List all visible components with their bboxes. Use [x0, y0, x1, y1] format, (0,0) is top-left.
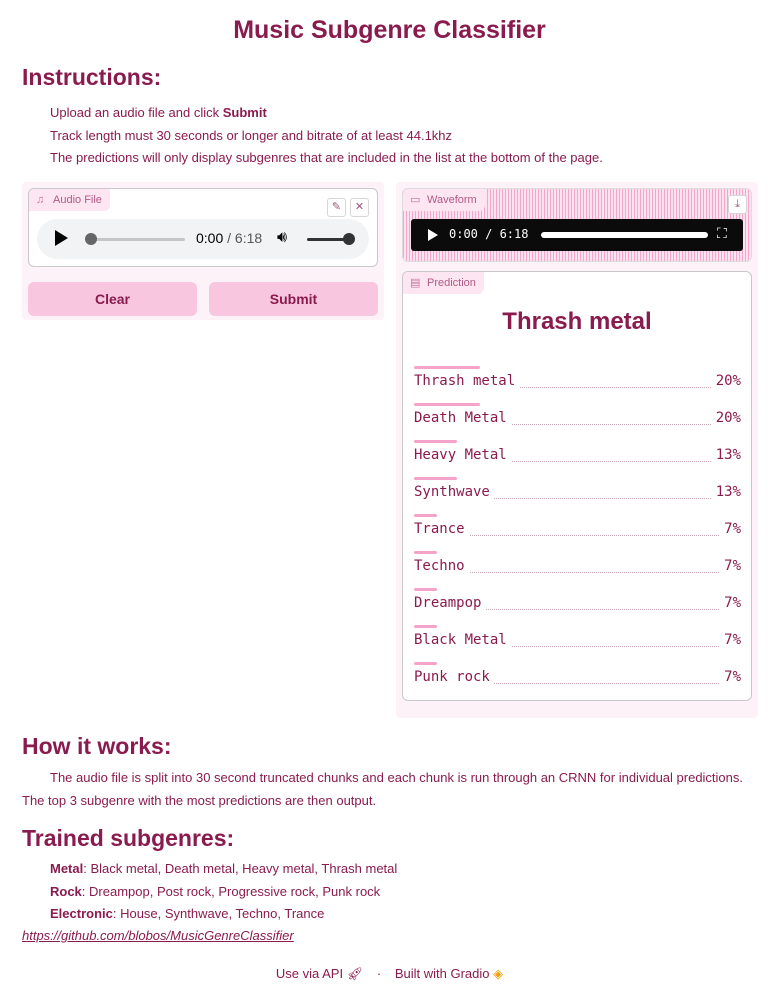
prediction-row: Black Metal 7% [414, 621, 741, 658]
audio-file-input[interactable]: ♫ Audio File ✎ ✕ 0:00 / 6:18 🔊︎ [28, 188, 378, 267]
metal-subgenres: Metal: Black metal, Death metal, Heavy m… [22, 858, 397, 880]
prediction-row-label: Dreampop [414, 595, 486, 611]
volume-handle[interactable] [343, 233, 355, 245]
waveform-output: ▭ Waveform ⤓ 0:00 / 6:18 ⛶ [402, 188, 752, 262]
instruction-line-3: The predictions will only display subgen… [50, 150, 603, 165]
use-via-api-link[interactable]: Use via API [276, 966, 343, 981]
instructions-heading: Instructions: [22, 64, 162, 90]
close-icon[interactable]: ✕ [350, 198, 369, 217]
waveform-label-text: Waveform [427, 194, 477, 206]
metal-list: : Black metal, Death metal, Heavy metal,… [83, 861, 398, 876]
prediction-row-label: Synthwave [414, 484, 494, 500]
audio-seek-bar[interactable] [89, 238, 185, 241]
prediction-row-label: Death Metal [414, 410, 511, 426]
prediction-label: ▤ Prediction [403, 272, 484, 294]
electronic-name: Electronic [50, 906, 113, 921]
prediction-row-percent: 7% [720, 595, 741, 611]
prediction-row: Heavy Metal 13% [414, 436, 741, 473]
instruction-line-1: Upload an audio file and click Submit [22, 102, 267, 124]
confidence-bar [414, 403, 480, 406]
audio-seek-handle[interactable] [85, 233, 97, 245]
how-it-works-heading: How it works: [22, 733, 172, 759]
instruction-submit-bold: Submit [222, 105, 267, 120]
prediction-row: Trance 7% [414, 510, 741, 547]
prediction-row: Synthwave 13% [414, 473, 741, 510]
prediction-row-label: Heavy Metal [414, 447, 511, 463]
instruction-line-1-text: Upload an audio file and click [50, 105, 223, 120]
confidence-bar [414, 440, 457, 443]
prediction-row-percent: 7% [720, 632, 741, 648]
prediction-row-percent: 20% [711, 410, 741, 426]
chart-icon: ▤ [410, 277, 421, 289]
rock-list: : Dreampop, Post rock, Progressive rock,… [81, 884, 381, 899]
prediction-row-percent: 13% [711, 447, 741, 463]
submit-button[interactable]: Submit [209, 282, 378, 316]
confidence-bar [414, 662, 437, 665]
prediction-row-label: Trance [414, 521, 469, 537]
electronic-list: : House, Synthwave, Techno, Trance [112, 906, 325, 921]
prediction-row-percent: 7% [720, 669, 741, 685]
prediction-output: ▤ Prediction Thrash metal Thrash metal 20… [402, 271, 752, 701]
prediction-row-label: Black Metal [414, 632, 511, 648]
top-prediction: Thrash metal [502, 308, 652, 335]
instruction-line-2: Track length must 30 seconds or longer a… [50, 128, 453, 143]
music-note-icon: ♫ [36, 194, 45, 206]
input-panel: ♫ Audio File ✎ ✕ 0:00 / 6:18 🔊︎ Clear Su… [22, 182, 384, 320]
github-link[interactable]: https://github.com/blobos/MusicGenreClas… [22, 928, 294, 943]
audio-player: 0:00 / 6:18 🔊︎ [37, 219, 369, 259]
confidence-bar [414, 588, 437, 591]
footer: Use via API 🚀︎ · Built with Gradio ◈ [0, 966, 779, 982]
confidence-bar [414, 366, 480, 369]
video-icon: ▭ [410, 194, 421, 206]
prediction-label-text: Prediction [427, 277, 476, 289]
output-panel: ▭ Waveform ⤓ 0:00 / 6:18 ⛶ ▤ Prediction … [396, 182, 758, 718]
prediction-row-percent: 13% [711, 484, 741, 500]
clear-button[interactable]: Clear [28, 282, 197, 316]
confidence-bar [414, 514, 437, 517]
prediction-row: Techno 7% [414, 547, 741, 584]
confidence-bar [414, 551, 437, 554]
play-icon[interactable] [55, 230, 68, 246]
gradio-logo-icon: ◈ [493, 966, 504, 981]
audio-time: 0:00 / 6:18 [196, 230, 262, 246]
audio-file-label-text: Audio File [53, 194, 102, 206]
confidence-bar [414, 477, 457, 480]
video-seek-bar[interactable] [541, 232, 708, 238]
electronic-subgenres: Electronic: House, Synthwave, Techno, Tr… [22, 903, 324, 925]
rock-subgenres: Rock: Dreampop, Post rock, Progressive r… [22, 881, 380, 903]
prediction-row: Death Metal 20% [414, 399, 741, 436]
how-it-works-text: The audio file is split into 30 second t… [22, 770, 744, 808]
prediction-list: Thrash metal 20% Death Metal 20% Heavy Metal… [414, 362, 741, 695]
volume-icon[interactable]: 🔊︎ [277, 229, 287, 247]
footer-separator: · [376, 966, 382, 981]
built-with-gradio-link[interactable]: Built with Gradio [395, 966, 490, 981]
waveform-label: ▭ Waveform [403, 189, 485, 211]
fullscreen-icon[interactable]: ⛶ [717, 225, 727, 242]
app-title: Music Subgenre Classifier [233, 16, 546, 44]
prediction-row-label: Thrash metal [414, 373, 520, 389]
prediction-row-percent: 20% [711, 373, 741, 389]
audio-file-label: ♫ Audio File [29, 189, 110, 211]
audio-current-time: 0:00 [196, 230, 224, 246]
rock-name: Rock [50, 884, 82, 899]
rocket-icon: 🚀︎ [346, 966, 364, 981]
prediction-row-label: Techno [414, 558, 469, 574]
prediction-row: Punk rock 7% [414, 658, 741, 695]
download-icon[interactable]: ⤓ [728, 195, 747, 214]
trained-subgenres-heading: Trained subgenres: [22, 825, 235, 851]
video-play-icon[interactable] [428, 229, 438, 241]
audio-duration: 6:18 [234, 230, 263, 246]
prediction-row-percent: 7% [720, 558, 741, 574]
edit-icon[interactable]: ✎ [327, 198, 346, 217]
confidence-bar [414, 625, 437, 628]
audio-time-separator: / [227, 230, 232, 246]
prediction-row: Thrash metal 20% [414, 362, 741, 399]
metal-name: Metal [50, 861, 84, 876]
prediction-row: Dreampop 7% [414, 584, 741, 621]
prediction-row-label: Punk rock [414, 669, 494, 685]
video-time: 0:00 / 6:18 [449, 227, 529, 241]
prediction-row-percent: 7% [720, 521, 741, 537]
video-player: 0:00 / 6:18 ⛶ [411, 219, 743, 251]
